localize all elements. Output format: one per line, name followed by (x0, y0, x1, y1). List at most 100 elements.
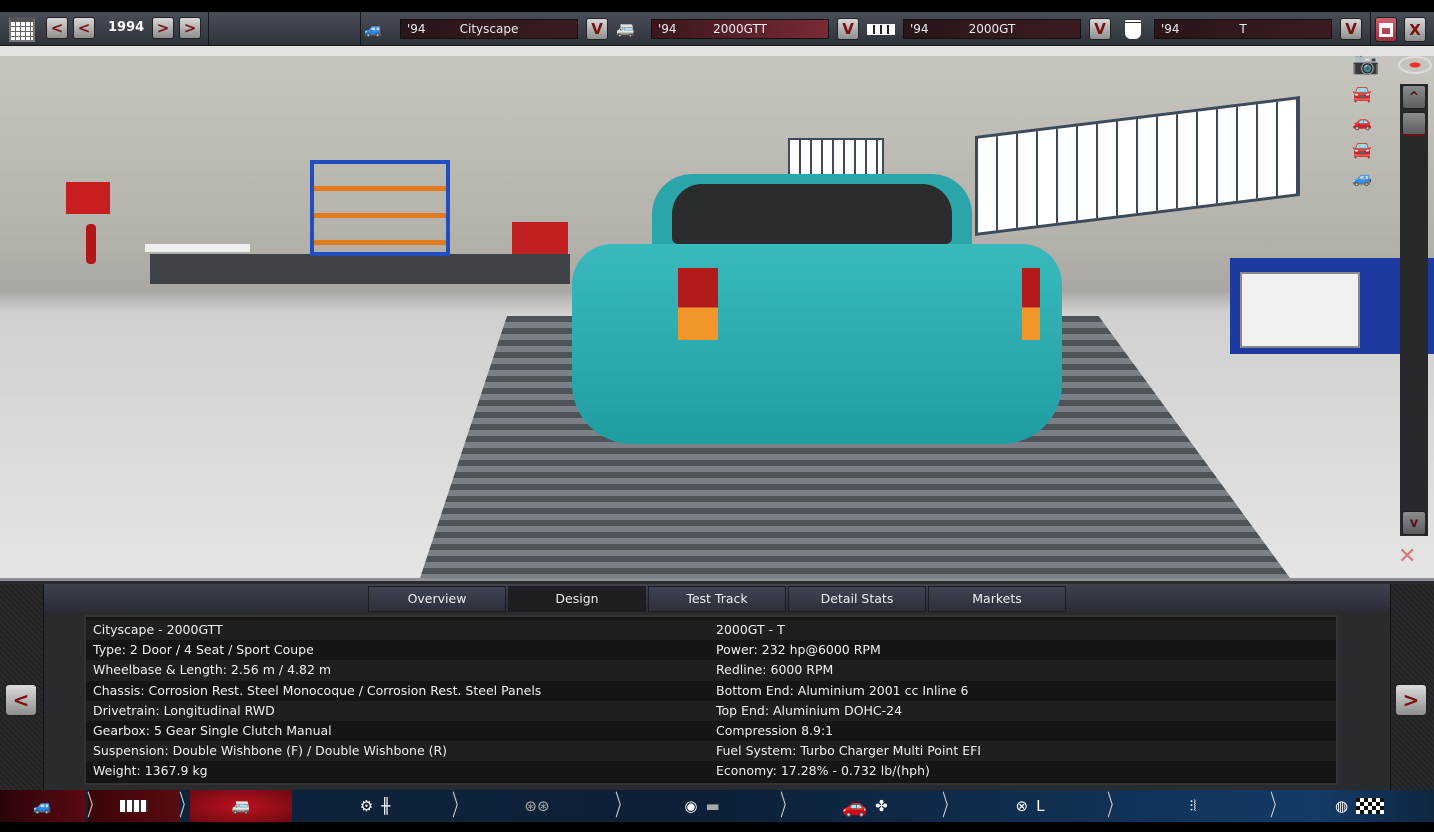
stage-body[interactable]: 🚙 (0, 790, 85, 822)
shock-absorber-icon: ⫶⦚ (1189, 797, 1197, 815)
redline-stat: Redline: 6000 RPM (716, 662, 834, 678)
fan-icon: ✤ (875, 797, 888, 815)
grid-toggle-icon[interactable]: ✕ (1398, 544, 1416, 569)
stage-model[interactable]: 🚐 (190, 790, 292, 822)
chassis-stat: Chassis: Corrosion Rest. Steel Monocoque… (93, 682, 542, 698)
stage-engine[interactable] (88, 790, 180, 822)
stage-suspension[interactable]: ⫶⦚ (1118, 790, 1268, 822)
next-page-button[interactable]: > (1395, 684, 1427, 716)
chevron-right-icon: 〉 (452, 789, 467, 822)
tool-chest (512, 222, 568, 254)
tab-overview[interactable]: Overview (368, 586, 506, 612)
view-rear-icon[interactable]: 🚘 (1352, 140, 1372, 159)
tab-detail-stats[interactable]: Detail Stats (788, 586, 926, 612)
checkered-flag-icon (1356, 798, 1385, 814)
type-stat: Type: 2 Door / 4 Seat / Sport Coupe (93, 642, 314, 658)
power-stat: Power: 232 hp@6000 RPM (716, 642, 881, 658)
divider (208, 12, 209, 46)
car-model[interactable] (572, 174, 1062, 444)
gearbox-stat: Gearbox: 5 Gear Single Clutch Manual (93, 722, 332, 738)
back-wall (0, 46, 1434, 56)
stage-drivetrain[interactable]: ⚙ ╫ (300, 790, 450, 822)
calendar-icon[interactable] (9, 17, 35, 42)
stage-interior[interactable]: ⊗ L (955, 790, 1105, 822)
info-panel: Overview Design Test Track Detail Stats … (0, 578, 1434, 793)
chevron-right-icon: 〉 (780, 789, 795, 822)
car-body-icon: 🚙 (364, 20, 383, 38)
fuel-system-stat: Fuel System: Turbo Charger Multi Point E… (716, 743, 981, 759)
divider (360, 12, 361, 46)
model-selector[interactable]: '94 2000GTT (651, 19, 829, 39)
stage-brakes[interactable]: ◉ ▬ (627, 790, 777, 822)
drivetrain-stat: Drivetrain: Longitudinal RWD (93, 702, 275, 718)
car-model-icon: 🚐 (231, 797, 251, 815)
engine-block-icon (120, 800, 148, 812)
car-model-icon: 🚐 (616, 20, 635, 38)
info-row: Wheelbase & Length: 2.56 m / 4.82 m Redli… (86, 660, 1336, 681)
top-border (0, 0, 1434, 12)
garage-3d-viewport[interactable]: 📷 🚘 🚗 🚘 🚙 ✕ (0, 46, 1434, 578)
info-row: Cityscape - 2000GTT 2000GT - T (86, 620, 1336, 641)
year-forward-10-button[interactable]: > (179, 17, 201, 39)
tail-light (678, 268, 718, 340)
wheelbase-stat: Wheelbase & Length: 2.56 m / 4.82 m (93, 662, 332, 678)
compression-stat: Compression 8.9:1 (716, 722, 834, 738)
top-end-stat: Top End: Aluminium DOHC-24 (716, 702, 903, 718)
stage-aero-cooling[interactable]: 🚗 ✤ (790, 790, 940, 822)
engine-title: 2000GT - T (716, 622, 785, 637)
car-body (572, 244, 1062, 444)
scroll-up-button[interactable]: ^ (1402, 85, 1426, 109)
variant-dropdown-button[interactable]: V (1340, 18, 1362, 40)
design-summary: Cityscape - 2000GTT 2000GT - T Type: 2 Do… (84, 615, 1338, 785)
divider (1370, 12, 1371, 46)
chevron-right-icon: 〉 (1270, 789, 1285, 822)
model-dropdown-button[interactable]: V (837, 18, 859, 40)
workbench (145, 244, 250, 252)
close-button[interactable]: X (1404, 17, 1426, 42)
body-name: Cityscape (459, 22, 519, 36)
engine-variant-selector[interactable]: '94 T (1154, 19, 1332, 39)
view-angle-icon[interactable]: 🚙 (1352, 168, 1372, 187)
info-row: Type: 2 Door / 4 Seat / Sport Coupe Power… (86, 640, 1336, 660)
save-button[interactable] (1375, 17, 1397, 42)
info-row: Weight: 1367.9 kg Economy: 17.28% - 0.732… (86, 761, 1336, 781)
view-side-icon[interactable]: 🚗 (1352, 112, 1372, 131)
gear-icon: ⚙ (359, 797, 374, 815)
weight-stat: Weight: 1367.9 kg (93, 763, 208, 779)
body-selector[interactable]: '94 Cityscape (400, 19, 578, 39)
tab-design[interactable]: Design (508, 586, 646, 612)
tab-test-track[interactable]: Test Track (648, 586, 786, 612)
engine-dropdown-button[interactable]: V (1089, 18, 1111, 40)
car-body-icon: 🚙 (33, 797, 52, 815)
year-back-10-button[interactable]: < (46, 17, 68, 39)
year-back-button[interactable]: < (73, 17, 95, 39)
gauge-icon: ◍ (1334, 797, 1349, 815)
visibility-eye-icon[interactable] (1398, 56, 1432, 74)
floor-back (150, 254, 570, 284)
view-front-icon[interactable]: 🚘 (1352, 84, 1372, 103)
info-row: Gearbox: 5 Gear Single Clutch Manual Comp… (86, 721, 1336, 741)
engine-block-icon (867, 24, 895, 35)
chevron-right-icon: 〉 (179, 789, 194, 822)
camera-icon[interactable]: 📷 (1352, 52, 1379, 77)
tab-markets[interactable]: Markets (928, 586, 1066, 612)
view-scrollbar[interactable] (1400, 84, 1428, 536)
stage-testing[interactable]: ◍ (1285, 790, 1434, 822)
previous-page-button[interactable]: < (5, 684, 37, 716)
fire-extinguisher (86, 224, 96, 264)
chevron-right-icon: 〉 (1107, 789, 1122, 822)
gearshift-icon: ╫ (381, 797, 391, 815)
scroll-down-button[interactable]: v (1402, 511, 1426, 535)
info-row: Chassis: Corrosion Rest. Steel Monocoque… (86, 681, 1336, 701)
brake-icon: ◉ (684, 797, 698, 815)
stage-wheels[interactable]: ⊛⊛ (462, 790, 612, 822)
suspension-stat: Suspension: Double Wishbone (F) / Double… (93, 743, 448, 759)
scroll-thumb[interactable] (1402, 112, 1426, 136)
tail-light (1022, 268, 1040, 340)
engine-selector[interactable]: '94 2000GT (903, 19, 1081, 39)
car-aero-icon: 🚗 (842, 794, 868, 818)
year-forward-button[interactable]: > (152, 17, 174, 39)
chevron-right-icon: 〉 (87, 789, 102, 822)
body-dropdown-button[interactable]: V (586, 18, 608, 40)
piston-icon (1125, 19, 1141, 39)
